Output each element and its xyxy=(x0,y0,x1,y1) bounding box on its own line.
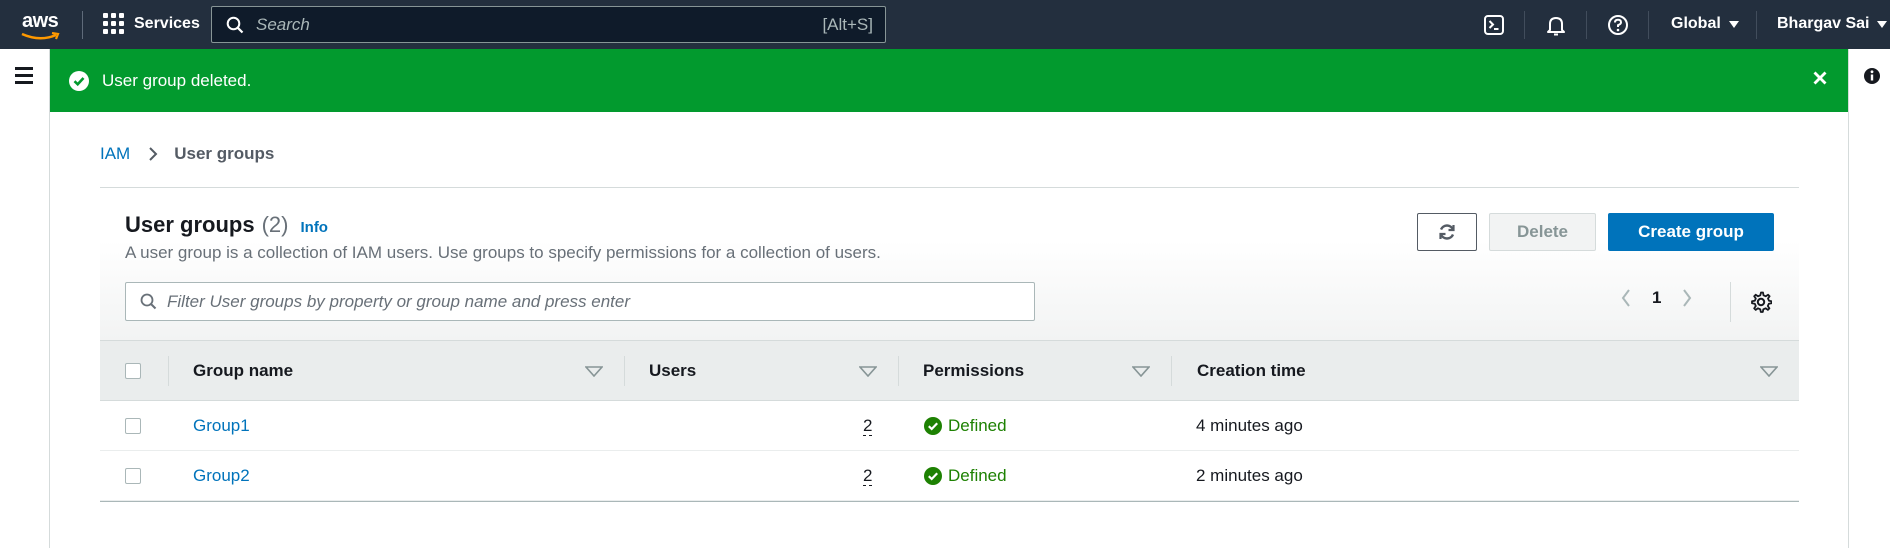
breadcrumb-iam[interactable]: IAM xyxy=(100,144,130,164)
nav-divider xyxy=(82,11,83,39)
group-name-cell: Group1 xyxy=(193,401,250,451)
close-icon[interactable] xyxy=(1812,70,1828,86)
chevron-right-icon[interactable] xyxy=(1681,288,1693,308)
create-group-button[interactable]: Create group xyxy=(1608,213,1774,251)
users-count[interactable]: 2 xyxy=(863,416,873,436)
grid-icon xyxy=(103,13,124,34)
menu-icon[interactable] xyxy=(15,67,33,88)
nav-divider xyxy=(1648,11,1649,39)
refresh-button[interactable] xyxy=(1417,213,1477,251)
notification-message: User group deleted. xyxy=(102,70,252,90)
help-icon xyxy=(1608,15,1628,35)
column-divider xyxy=(1171,356,1172,386)
chevron-left-icon[interactable] xyxy=(1620,288,1632,308)
creation-time-cell: 2 minutes ago xyxy=(1196,466,1303,485)
bell-icon xyxy=(1547,17,1565,36)
info-icon[interactable] xyxy=(1863,67,1881,85)
checkbox[interactable] xyxy=(125,418,141,434)
permissions-status: Defined xyxy=(948,466,1007,485)
help-panel-rail xyxy=(1848,49,1890,548)
caret-down-icon xyxy=(1877,20,1888,28)
search-icon xyxy=(140,293,157,310)
select-all-checkbox[interactable] xyxy=(125,341,141,400)
check-circle-icon xyxy=(924,467,942,485)
column-divider xyxy=(168,356,169,386)
filter-box[interactable] xyxy=(125,282,1035,321)
region-label: Global xyxy=(1671,15,1721,32)
page-description: A user group is a collection of IAM user… xyxy=(125,243,881,262)
notifications-button[interactable] xyxy=(1543,12,1569,38)
column-header-group-name[interactable]: Group name xyxy=(193,341,293,400)
group-name-link[interactable]: Group1 xyxy=(193,416,250,436)
left-navigation-rail xyxy=(0,49,50,548)
sort-caret-icon[interactable] xyxy=(1760,366,1778,377)
group-count: (2) xyxy=(261,212,289,237)
group-name-cell: Group2 xyxy=(193,451,250,501)
aws-logo-text: aws xyxy=(22,10,59,32)
row-select-cell[interactable] xyxy=(125,401,141,451)
account-label: Bhargav Sai xyxy=(1777,15,1870,32)
sort-caret-icon[interactable] xyxy=(859,366,877,377)
checkbox[interactable] xyxy=(125,362,141,379)
users-count[interactable]: 2 xyxy=(863,466,873,486)
check-circle-icon xyxy=(924,417,942,435)
nav-divider xyxy=(1524,11,1525,39)
search-shortcut: [Alt+S] xyxy=(822,15,873,34)
nav-divider xyxy=(1586,11,1587,39)
info-link[interactable]: Info xyxy=(300,219,328,236)
table-header-panel: User groups (2) Info A user group is a c… xyxy=(100,188,1799,340)
group-name-link[interactable]: Group2 xyxy=(193,466,250,486)
page-title: User groups (2) Info xyxy=(125,212,328,238)
search-icon xyxy=(226,16,244,33)
account-menu[interactable]: Bhargav Sai xyxy=(1777,15,1888,33)
region-selector[interactable]: Global xyxy=(1671,15,1739,33)
breadcrumb-user-groups: User groups xyxy=(174,144,275,163)
column-header-creation-time[interactable]: Creation time xyxy=(1197,341,1306,400)
top-navigation: aws Services [Alt+S] xyxy=(0,0,1890,49)
refresh-icon xyxy=(1439,224,1455,240)
search-input[interactable] xyxy=(256,14,796,35)
permissions-status: Defined xyxy=(948,416,1007,435)
table-row: Group2 2 Defined 2 minutes ago xyxy=(100,451,1799,501)
title-text: User groups xyxy=(125,212,255,237)
chevron-right-icon xyxy=(149,147,158,161)
row-select-cell[interactable] xyxy=(125,451,141,501)
column-header-users[interactable]: Users xyxy=(649,341,696,400)
breadcrumb: IAM User groups xyxy=(100,144,274,164)
terminal-icon xyxy=(1484,15,1504,35)
sort-caret-icon[interactable] xyxy=(585,366,603,377)
creation-time-cell: 4 minutes ago xyxy=(1196,416,1303,435)
cloudshell-button[interactable] xyxy=(1481,12,1507,38)
column-divider xyxy=(624,356,625,386)
success-notification: User group deleted. xyxy=(50,49,1848,112)
help-button[interactable] xyxy=(1605,12,1631,38)
nav-divider xyxy=(1756,11,1757,39)
table-header: Group name Users Permissions Creation ti… xyxy=(100,340,1799,401)
gear-icon[interactable] xyxy=(1750,291,1772,313)
page-number[interactable]: 1 xyxy=(1652,288,1661,308)
users-cell: 2 xyxy=(863,401,873,451)
services-label: Services xyxy=(134,14,200,32)
permissions-cell: Defined xyxy=(924,401,1007,451)
column-divider xyxy=(898,356,899,386)
filter-input[interactable] xyxy=(167,291,1017,312)
users-cell: 2 xyxy=(863,451,873,501)
user-groups-table-container: User groups (2) Info A user group is a c… xyxy=(100,187,1799,502)
aws-smile-icon xyxy=(21,32,60,40)
caret-down-icon xyxy=(1728,20,1739,28)
delete-button[interactable]: Delete xyxy=(1489,213,1596,251)
check-circle-icon xyxy=(69,70,89,91)
global-search[interactable]: [Alt+S] xyxy=(211,6,886,43)
sort-caret-icon[interactable] xyxy=(1132,366,1150,377)
permissions-cell: Defined xyxy=(924,451,1007,501)
checkbox[interactable] xyxy=(125,468,141,484)
services-menu-button[interactable]: Services xyxy=(103,13,200,34)
pagination: 1 xyxy=(1620,288,1693,308)
pagination-divider xyxy=(1730,282,1731,322)
table-row: Group1 2 Defined 4 minutes ago xyxy=(100,401,1799,451)
aws-logo[interactable]: aws xyxy=(20,10,64,40)
column-header-permissions[interactable]: Permissions xyxy=(923,341,1024,400)
